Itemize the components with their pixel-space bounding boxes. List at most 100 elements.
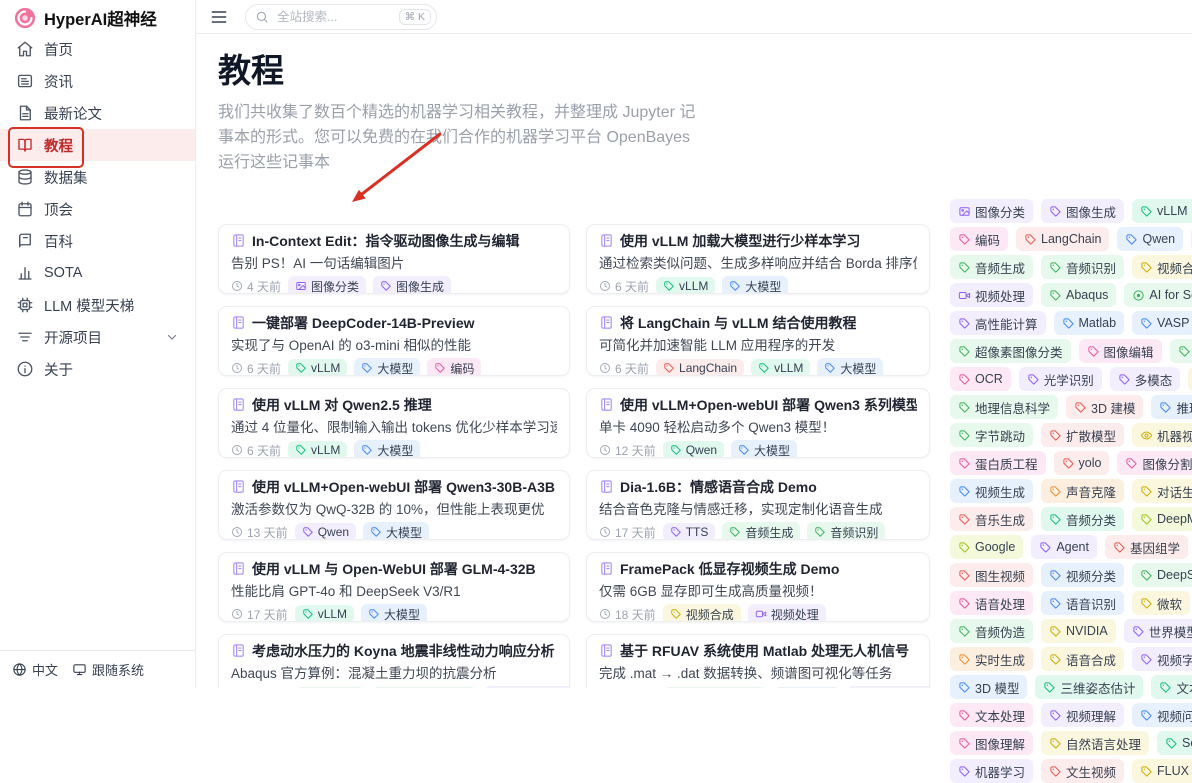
tag-pill[interactable]: 图像编辑 bbox=[1079, 339, 1162, 363]
tag-pill[interactable]: 扩散模型 bbox=[1041, 423, 1124, 447]
sidebar-item-datasets[interactable]: 数据集 bbox=[0, 161, 195, 193]
tag-pill[interactable]: 大模型 bbox=[817, 358, 883, 376]
tag-pill[interactable]: 蛋白质工程 bbox=[950, 451, 1046, 475]
sidebar-item-latest-papers[interactable]: 最新论文 bbox=[0, 97, 195, 129]
tag-pill[interactable]: 超像素图像分类 bbox=[950, 339, 1071, 363]
tag-pill[interactable]: 大模型 bbox=[354, 440, 420, 458]
tag-pill[interactable]: 机器视觉 bbox=[1132, 423, 1192, 447]
tag-pill[interactable]: 图像分类 bbox=[288, 276, 366, 294]
tutorial-card[interactable]: In-Context Edit：指令驱动图像生成与编辑告别 PS！AI 一句话编… bbox=[218, 224, 570, 294]
tag-pill[interactable]: NVIDIA bbox=[1041, 619, 1116, 643]
tag-pill[interactable]: 图像分割 bbox=[1117, 451, 1192, 475]
tag-pill[interactable]: 视频分类 bbox=[1041, 563, 1124, 587]
search-box[interactable]: ⌘ K bbox=[245, 4, 437, 30]
tag-pill[interactable]: 视频合成 bbox=[663, 604, 741, 622]
tag-pill[interactable]: FLUX bbox=[1132, 759, 1192, 783]
tag-pill[interactable]: vLLM bbox=[288, 441, 347, 458]
search-input[interactable] bbox=[275, 9, 393, 25]
sidebar-item-sota[interactable]: SOTA bbox=[0, 257, 195, 289]
tag-pill[interactable]: Sora bbox=[1157, 731, 1192, 755]
tag-pill[interactable]: vLLM bbox=[295, 605, 354, 622]
tag-pill[interactable]: 视频问答 bbox=[1132, 703, 1192, 727]
tag-pill[interactable]: 地理信息科学 bbox=[950, 395, 1058, 419]
tag-pill[interactable]: 音频生成 bbox=[722, 522, 800, 540]
tag-pill[interactable]: Qwen bbox=[295, 523, 356, 540]
chevron-down-icon[interactable] bbox=[165, 330, 179, 344]
tag-pill[interactable]: 大模型 bbox=[361, 604, 427, 622]
tag-pill[interactable]: 文生视频 bbox=[1041, 759, 1124, 783]
tag-pill[interactable]: 语音合成 bbox=[1041, 647, 1124, 671]
tag-pill[interactable]: 语音处理 bbox=[950, 591, 1033, 615]
tag-pill[interactable]: 图像生成 bbox=[1041, 199, 1124, 223]
tag-pill[interactable]: 机器学习 bbox=[950, 759, 1033, 783]
tag-pill[interactable]: 遥感 bbox=[1188, 367, 1192, 391]
tag-pill[interactable]: 大模型 bbox=[722, 276, 788, 294]
tag-pill[interactable]: Google bbox=[950, 535, 1023, 559]
tag-pill[interactable]: 计算机视觉 bbox=[1170, 339, 1192, 363]
tag-pill[interactable]: Qwen bbox=[663, 441, 724, 458]
tutorial-card[interactable]: 一键部署 DeepCoder-14B-Preview实现了与 OpenAI 的 … bbox=[218, 306, 570, 376]
tag-pill[interactable]: 视频理解 bbox=[1041, 703, 1124, 727]
tag-pill[interactable]: 视频字幕 bbox=[1132, 647, 1192, 671]
sidebar-item-home[interactable]: 首页 bbox=[0, 33, 195, 65]
tag-pill[interactable]: vLLM bbox=[1132, 199, 1192, 223]
tag-pill[interactable]: VASP bbox=[1132, 311, 1192, 335]
tag-pill[interactable]: 世界模型 bbox=[1124, 619, 1192, 643]
tag-pill[interactable]: 光学识别 bbox=[1019, 367, 1102, 391]
tag-pill[interactable]: DeepSeek bbox=[1132, 563, 1192, 587]
tag-pill[interactable]: 推理模型 bbox=[1151, 395, 1192, 419]
theme-switch[interactable]: 跟随系统 bbox=[72, 660, 144, 679]
tag-pill[interactable]: 视频处理 bbox=[950, 283, 1033, 307]
tag-pill[interactable]: OCR bbox=[950, 367, 1011, 391]
tag-pill[interactable]: 音频分类 bbox=[1041, 507, 1124, 531]
tutorial-card[interactable]: 考虑动水压力的 Koyna 地震非线性动力响应分析Abaqus 官方算例：混凝土… bbox=[218, 634, 570, 688]
menu-button[interactable] bbox=[208, 7, 230, 27]
tag-pill[interactable]: 3D 模型 bbox=[950, 675, 1027, 699]
tag-pill[interactable]: 音频伪造 bbox=[950, 619, 1033, 643]
tag-pill[interactable]: 文本分类 bbox=[1151, 675, 1192, 699]
tag-pill[interactable]: 大模型 bbox=[363, 522, 429, 540]
tag-pill[interactable]: Matlab bbox=[1054, 311, 1125, 335]
sidebar-item-conferences[interactable]: 顶会 bbox=[0, 193, 195, 225]
tag-pill[interactable]: 图像分类 bbox=[950, 199, 1033, 223]
sidebar-item-news[interactable]: 资讯 bbox=[0, 65, 195, 97]
tutorial-card[interactable]: Dia-1.6B：情感语音合成 Demo结合音色克隆与情感迁移，实现定制化语音生… bbox=[586, 470, 930, 540]
language-switch[interactable]: 中文 bbox=[12, 660, 58, 679]
tag-pill[interactable]: LangChain bbox=[656, 359, 744, 376]
tag-pill[interactable]: LangChain bbox=[1016, 227, 1109, 251]
tag-pill[interactable]: yolo bbox=[1054, 451, 1110, 475]
tutorial-card[interactable]: 使用 vLLM+Open-webUI 部署 Qwen3 系列模型单卡 4090 … bbox=[586, 388, 930, 458]
tag-pill[interactable]: 多模态 bbox=[1110, 367, 1181, 391]
tag-pill[interactable]: 文本处理 bbox=[950, 703, 1033, 727]
tag-pill[interactable]: 基因组学 bbox=[1105, 535, 1188, 559]
tag-pill[interactable]: 图像理解 bbox=[950, 731, 1033, 755]
tag-pill[interactable]: vLLM bbox=[656, 277, 715, 294]
tutorial-card[interactable]: 基于 RFUAV 系统使用 Matlab 处理无人机信号完成 .mat → .d… bbox=[586, 634, 930, 688]
tag-pill[interactable]: 声音克隆 bbox=[1041, 479, 1124, 503]
tag-pill[interactable]: Abaqus bbox=[1041, 283, 1116, 307]
tag-pill[interactable]: Qwen bbox=[1117, 227, 1183, 251]
tutorial-card[interactable]: 使用 vLLM 对 Qwen2.5 推理通过 4 位量化、限制输入输出 toke… bbox=[218, 388, 570, 458]
tag-pill[interactable]: 视频合成 bbox=[1132, 255, 1192, 279]
tag-pill[interactable]: 编码 bbox=[427, 358, 481, 376]
tag-pill[interactable]: 语音识别 bbox=[1041, 591, 1124, 615]
tag-pill[interactable]: 3D 建模 bbox=[1066, 395, 1143, 419]
tag-pill[interactable]: 音频生成 bbox=[950, 255, 1033, 279]
tag-pill[interactable]: AI for Science bbox=[1124, 283, 1192, 307]
tag-pill[interactable]: 图生视频 bbox=[950, 563, 1033, 587]
tag-pill[interactable]: Agent bbox=[1031, 535, 1097, 559]
tag-pill[interactable]: vLLM bbox=[751, 359, 810, 376]
tutorial-card[interactable]: FramePack 低显存视频生成 Demo仅需 6GB 显存即可生成高质量视频… bbox=[586, 552, 930, 622]
tag-pill[interactable]: 编码 bbox=[950, 227, 1008, 251]
tag-pill[interactable]: 大模型 bbox=[731, 440, 797, 458]
tag-pill[interactable]: 自然语言处理 bbox=[1041, 731, 1149, 755]
tag-pill[interactable]: 大模型 bbox=[354, 358, 420, 376]
tag-pill[interactable]: vLLM bbox=[288, 359, 347, 376]
tag-pill[interactable]: 三维姿态估计 bbox=[1035, 675, 1143, 699]
tutorial-card[interactable]: 使用 vLLM 加载大模型进行少样本学习通过检索类似问题、生成多样响应并结合 B… bbox=[586, 224, 930, 294]
sidebar-item-tutorials[interactable]: 教程 bbox=[0, 129, 195, 161]
tag-pill[interactable]: DeepMind bbox=[1132, 507, 1192, 531]
sidebar-item-about[interactable]: 关于 bbox=[0, 353, 195, 385]
tag-pill[interactable]: 音频识别 bbox=[807, 522, 885, 540]
tag-pill[interactable]: 字节跳动 bbox=[950, 423, 1033, 447]
